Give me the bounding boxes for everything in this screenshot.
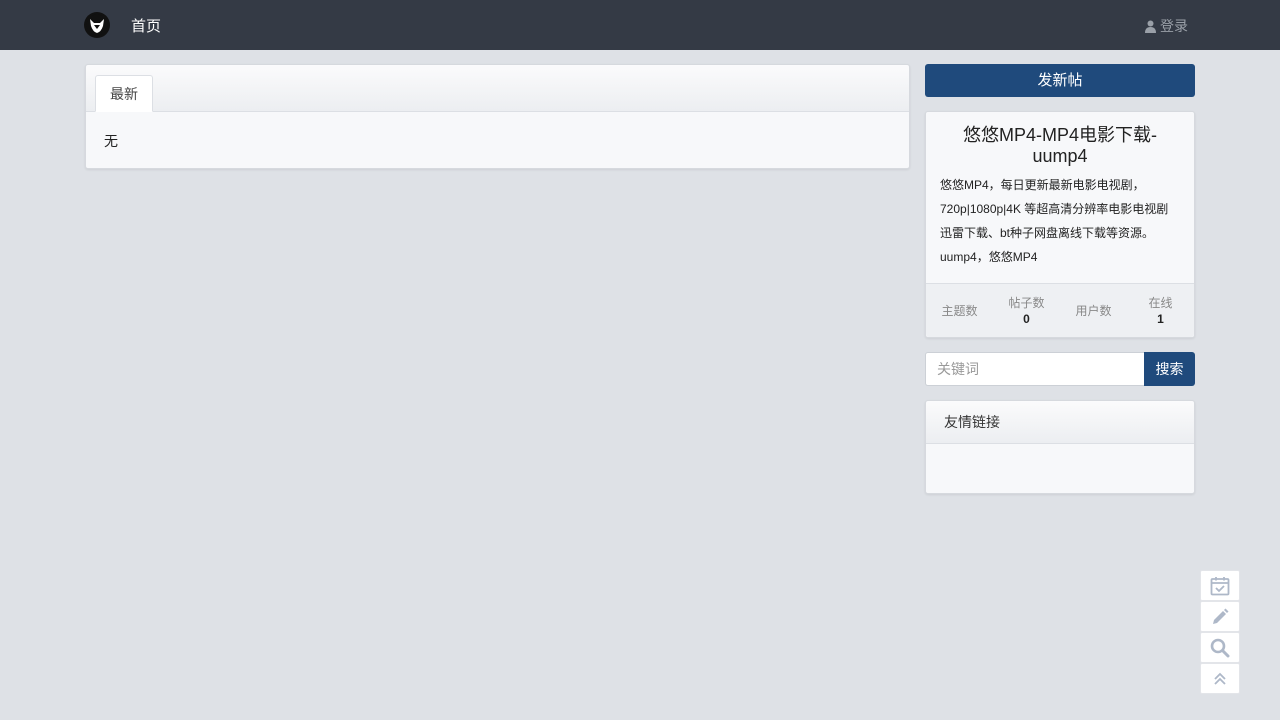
logo-icon[interactable] <box>84 12 110 38</box>
stat-threads: 主题数 <box>926 284 993 337</box>
stat-label: 在线 <box>1148 295 1173 310</box>
thread-list-header: 最新 <box>86 65 909 112</box>
stat-label: 帖子数 <box>1008 295 1045 310</box>
top-navbar: 首页 登录 <box>0 0 1280 50</box>
stat-label: 用户数 <box>1075 303 1112 318</box>
site-stats: 主题数 帖子数 0 用户数 在线 1 <box>926 283 1194 337</box>
login-label: 登录 <box>1160 18 1188 34</box>
write-post-button[interactable] <box>1200 601 1240 632</box>
search-icon <box>1210 638 1230 657</box>
friend-links-card: 友情链接 <box>925 400 1195 494</box>
site-info-card: 悠悠MP4-MP4电影下载-uump4 悠悠MP4，每日更新最新电影电视剧，72… <box>925 111 1195 338</box>
search-input[interactable] <box>925 352 1145 386</box>
site-title: 悠悠MP4-MP4电影下载-uump4 <box>962 125 1157 166</box>
back-to-top-button[interactable] <box>1200 663 1240 694</box>
search-tool-button[interactable] <box>1200 632 1240 663</box>
stat-users: 用户数 <box>1060 284 1127 337</box>
friend-links-title: 友情链接 <box>926 401 1194 444</box>
double-chevron-up-icon <box>1214 672 1226 685</box>
thread-list-card: 最新 无 <box>85 64 910 169</box>
checkin-button[interactable] <box>1200 570 1240 601</box>
stat-label: 主题数 <box>941 303 978 318</box>
stat-value: 1 <box>1157 311 1164 326</box>
user-icon <box>1145 20 1156 33</box>
empty-message: 无 <box>104 133 118 149</box>
new-post-button[interactable]: 发新帖 <box>925 64 1195 97</box>
stat-value: 0 <box>1023 311 1030 326</box>
site-description: 悠悠MP4，每日更新最新电影电视剧，720p|1080p|4K 等超高清分辨率电… <box>940 178 1169 264</box>
search-button[interactable]: 搜索 <box>1144 352 1195 386</box>
pencil-icon <box>1213 608 1229 624</box>
nav-home-link[interactable]: 首页 <box>131 15 161 36</box>
stat-posts: 帖子数 0 <box>993 284 1060 337</box>
calendar-check-icon <box>1210 576 1230 595</box>
tab-latest[interactable]: 最新 <box>95 75 153 112</box>
login-link[interactable]: 登录 <box>1145 16 1188 36</box>
stat-online: 在线 1 <box>1127 284 1194 337</box>
